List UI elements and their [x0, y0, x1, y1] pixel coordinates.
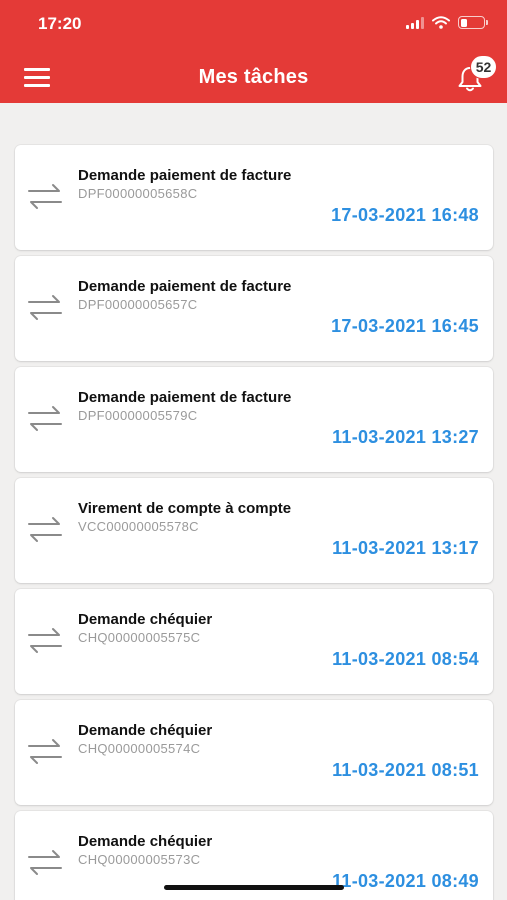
- transfer-arrows-icon: [28, 184, 62, 209]
- task-date: 17-03-2021 16:45: [331, 316, 479, 336]
- notification-badge: 52: [470, 55, 497, 79]
- page-title: Mes tâches: [198, 66, 309, 88]
- status-time: 17:20: [38, 14, 82, 33]
- transfer-arrows-icon: [28, 517, 62, 542]
- task-title: Demande chéquier: [78, 833, 213, 850]
- task-reference: CHQ00000005573C: [78, 852, 201, 867]
- task-date: 11-03-2021 08:51: [332, 760, 479, 780]
- task-card[interactable]: Demande chéquier CHQ00000005575C 11-03-2…: [15, 589, 493, 694]
- task-title: Demande paiement de facture: [78, 167, 292, 184]
- task-reference: CHQ00000005574C: [78, 741, 201, 756]
- task-date: 11-03-2021 08:49: [332, 871, 479, 891]
- task-title: Demande paiement de facture: [78, 389, 292, 406]
- task-date: 11-03-2021 08:54: [332, 649, 479, 669]
- task-reference: CHQ00000005575C: [78, 630, 201, 645]
- task-title: Demande chéquier: [78, 722, 213, 739]
- transfer-arrows-icon: [28, 850, 62, 875]
- task-title: Demande chéquier: [78, 611, 213, 628]
- task-card[interactable]: Demande paiement de facture DPF000000056…: [15, 256, 493, 361]
- task-date: 17-03-2021 16:48: [331, 205, 479, 225]
- transfer-arrows-icon: [28, 739, 62, 764]
- transfer-arrows-icon: [28, 628, 62, 653]
- task-card[interactable]: Demande chéquier CHQ00000005574C 11-03-2…: [15, 700, 493, 805]
- task-card[interactable]: Demande paiement de facture DPF000000056…: [15, 145, 493, 250]
- task-reference: DPF00000005579C: [78, 408, 198, 423]
- task-card[interactable]: Demande paiement de facture DPF000000055…: [15, 367, 493, 472]
- app-header: 17:20 Mes tâches 52: [0, 0, 507, 103]
- status-icons: [406, 16, 488, 29]
- task-title: Demande paiement de facture: [78, 278, 292, 295]
- task-reference: DPF00000005658C: [78, 186, 198, 201]
- task-reference: VCC00000005578C: [78, 519, 199, 534]
- home-indicator: [164, 885, 344, 890]
- task-reference: DPF00000005657C: [78, 297, 198, 312]
- battery-icon: [458, 16, 488, 29]
- task-date: 11-03-2021 13:27: [332, 427, 479, 447]
- task-title: Virement de compte à compte: [78, 500, 292, 517]
- cellular-signal-icon: [406, 16, 424, 29]
- task-date: 11-03-2021 13:17: [332, 538, 479, 558]
- task-list: Demande paiement de facture DPF000000056…: [15, 145, 493, 900]
- task-card[interactable]: Virement de compte à compte VCC000000055…: [15, 478, 493, 583]
- wifi-icon: [432, 16, 450, 29]
- transfer-arrows-icon: [28, 406, 62, 431]
- transfer-arrows-icon: [28, 295, 62, 320]
